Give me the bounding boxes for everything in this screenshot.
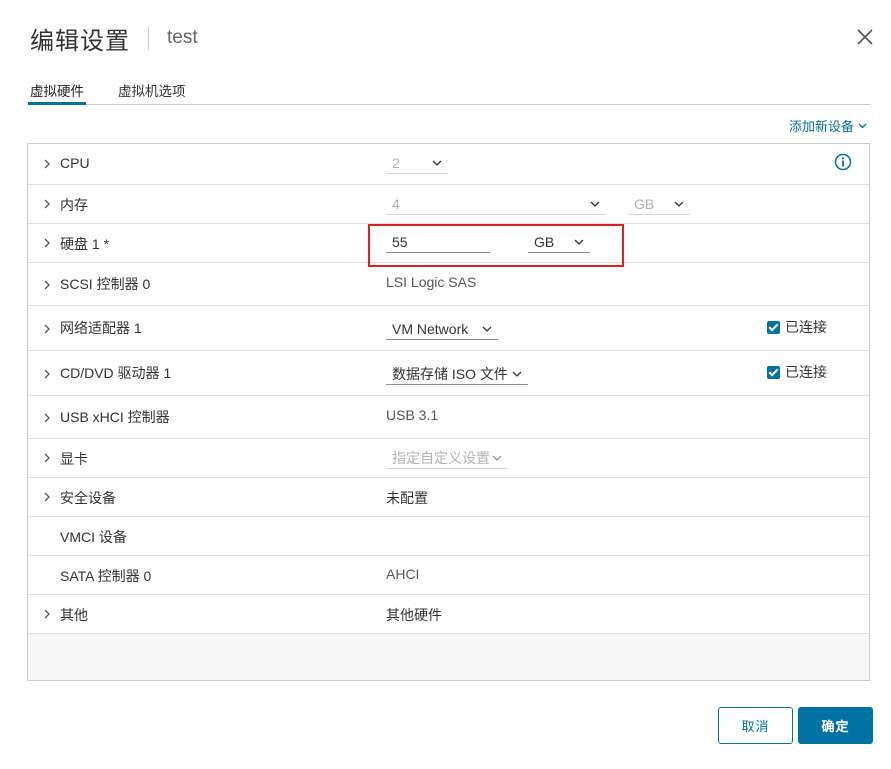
memory-unit-value: GB (634, 195, 655, 212)
chevron-right-icon[interactable] (42, 280, 52, 290)
chevron-down-icon (512, 371, 522, 377)
cpu-count-value: 2 (392, 154, 400, 171)
dialog-title: 编辑设置 (30, 26, 130, 55)
network-connected-label: 已连接 (785, 320, 827, 336)
dialog-header: 编辑设置 test (30, 22, 198, 55)
memory-size-value: 4 (392, 195, 400, 212)
cd-dvd-connected-label: 已连接 (785, 365, 827, 381)
chevron-down-icon (432, 160, 442, 166)
chevron-down-icon (590, 201, 600, 207)
usb-controller-value: USB 3.1 (386, 407, 439, 423)
memory-label: 内存 (60, 197, 88, 213)
virtual-hardware-list: CPU 2 内存 4 GB 硬盘 1 * GB (27, 143, 870, 681)
video-card-settings-select: 指定自定义设置 (386, 447, 508, 469)
chevron-right-icon[interactable] (42, 159, 52, 169)
checkbox-checked-icon (767, 320, 780, 334)
hard-disk-size-input[interactable] (386, 231, 490, 253)
cancel-button[interactable]: 取消 (718, 707, 793, 744)
other-label: 其他 (60, 607, 88, 623)
checkbox-checked-icon (767, 365, 780, 379)
hardware-row-cpu: CPU 2 (28, 144, 869, 185)
cd-dvd-media-select[interactable]: 数据存储 ISO 文件 (386, 363, 528, 385)
chevron-right-icon[interactable] (42, 413, 52, 423)
scsi-controller-label: SCSI 控制器 0 (60, 276, 151, 292)
close-icon[interactable] (854, 26, 876, 48)
network-select[interactable]: VM Network (386, 318, 498, 340)
vmci-device-label: VMCI 设备 (60, 529, 127, 545)
security-devices-label: 安全设备 (60, 490, 116, 506)
tab-bar: 虚拟硬件 虚拟机选项 (28, 78, 870, 105)
chevron-down-icon (574, 239, 584, 245)
tab-vm-options[interactable]: 虚拟机选项 (116, 78, 188, 105)
hardware-row-cd-dvd-drive: CD/DVD 驱动器 1 数据存储 ISO 文件 已连接 (28, 351, 869, 396)
cpu-label: CPU (60, 155, 90, 171)
hardware-row-security-devices: 安全设备 未配置 (28, 478, 869, 517)
hardware-row-network-adapter: 网络适配器 1 VM Network 已连接 (28, 306, 869, 351)
video-card-label: 显卡 (60, 451, 88, 467)
hardware-row-memory: 内存 4 GB (28, 185, 869, 224)
memory-size-input: 4 (386, 193, 606, 215)
usb-controller-label: USB xHCI 控制器 (60, 409, 170, 425)
ok-button[interactable]: 确定 (798, 707, 873, 744)
chevron-down-icon (674, 201, 684, 207)
tab-virtual-hardware[interactable]: 虚拟硬件 (28, 78, 86, 105)
hardware-row-vmci-device: VMCI 设备 (28, 517, 869, 556)
network-value: VM Network (392, 320, 469, 337)
video-card-settings-value: 指定自定义设置 (392, 449, 490, 466)
add-new-device-button[interactable]: 添加新设备 (789, 116, 867, 135)
memory-unit-select: GB (628, 193, 690, 215)
hardware-row-hard-disk: 硬盘 1 * GB (28, 224, 869, 263)
security-devices-value: 未配置 (386, 490, 428, 506)
chevron-right-icon[interactable] (42, 492, 52, 502)
hardware-row-other: 其他 其他硬件 (28, 595, 869, 634)
chevron-down-icon (492, 455, 502, 461)
cd-dvd-drive-label: CD/DVD 驱动器 1 (60, 365, 172, 381)
hardware-row-usb-controller: USB xHCI 控制器 USB 3.1 (28, 396, 869, 439)
vm-name: test (167, 27, 198, 48)
hard-disk-unit-value: GB (534, 233, 555, 250)
cd-dvd-connected-checkbox[interactable]: 已连接 (767, 362, 827, 382)
chevron-down-icon (482, 326, 492, 332)
add-new-device-label: 添加新设备 (788, 120, 854, 135)
chevron-right-icon[interactable] (42, 453, 52, 463)
network-adapter-label: 网络适配器 1 (60, 320, 142, 336)
hardware-row-scsi-controller: SCSI 控制器 0 LSI Logic SAS (28, 263, 869, 306)
other-value: 其他硬件 (386, 607, 442, 623)
hardware-row-sata-controller: SATA 控制器 0 AHCI (28, 556, 869, 595)
chevron-right-icon[interactable] (42, 199, 52, 209)
cpu-count-select: 2 (386, 152, 448, 174)
chevron-right-icon[interactable] (42, 324, 52, 334)
scsi-controller-value: LSI Logic SAS (386, 274, 477, 290)
title-divider (148, 26, 149, 50)
hardware-row-video-card: 显卡 指定自定义设置 (28, 439, 869, 478)
cd-dvd-media-value: 数据存储 ISO 文件 (392, 365, 508, 382)
sata-controller-value: AHCI (386, 566, 420, 582)
chevron-down-icon (858, 123, 867, 128)
sata-controller-label: SATA 控制器 0 (60, 568, 152, 584)
chevron-right-icon[interactable] (42, 369, 52, 379)
hard-disk-unit-select[interactable]: GB (528, 231, 590, 253)
chevron-right-icon[interactable] (42, 609, 52, 619)
chevron-right-icon[interactable] (42, 238, 52, 248)
network-connected-checkbox[interactable]: 已连接 (767, 317, 827, 337)
hard-disk-label: 硬盘 1 * (60, 236, 110, 252)
info-icon[interactable] (834, 153, 852, 171)
